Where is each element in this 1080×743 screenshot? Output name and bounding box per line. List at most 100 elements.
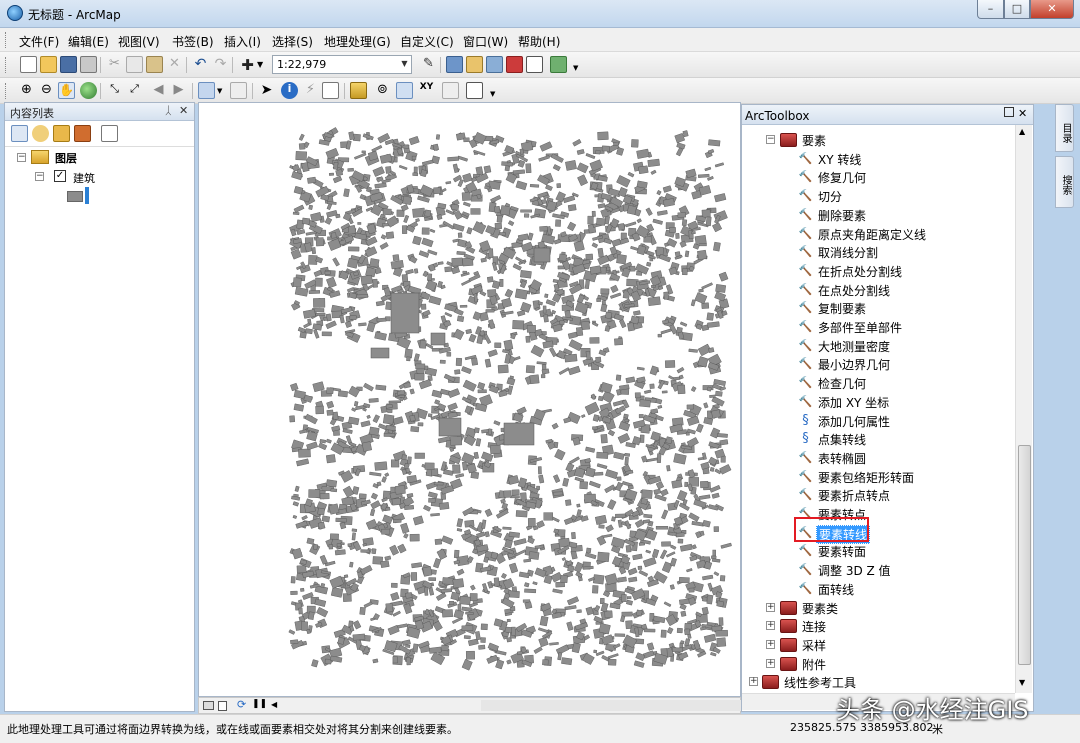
select-dropdown-icon[interactable]: ▼ [217,87,222,95]
time-slider-icon[interactable] [442,82,459,99]
scale-dropdown-icon[interactable]: ▼ [398,55,411,72]
separator [252,83,253,99]
toolset-collapse-icon[interactable]: − [766,135,775,144]
find-binoculars-icon[interactable]: ⊚ [374,82,391,99]
search-tab[interactable]: 搜索 [1055,156,1074,208]
close-button[interactable]: ✕ [1030,0,1074,19]
table-of-contents-icon[interactable] [446,56,463,73]
toolset-expand-icon[interactable]: + [766,621,775,631]
create-viewer-window-icon[interactable] [466,82,483,99]
layout-view-icon[interactable] [218,701,227,711]
copy-icon[interactable] [126,56,143,73]
options-icon[interactable] [101,125,118,142]
scroll-down-icon[interactable]: ▼ [1019,678,1025,687]
pan-hand-icon[interactable]: ✋ [58,82,75,99]
menu-edit[interactable]: 编辑(E) [68,33,109,50]
catalog-tab[interactable]: 目录 [1055,104,1074,152]
add-data-dropdown-icon[interactable]: ▼ [257,60,263,69]
layers-collapse-icon[interactable]: − [17,153,26,162]
menu-file[interactable]: 文件(F) [19,33,59,50]
modelbuilder-icon[interactable] [550,56,567,73]
fixed-zoom-out-icon[interactable]: ⤢ [126,82,143,99]
arctoolbox-icon[interactable] [506,56,523,73]
map-display[interactable] [198,102,741,697]
list-by-visibility-icon[interactable] [53,125,70,142]
delete-icon[interactable]: ✕ [166,56,183,73]
table-of-contents-panel: 内容列表 ᛸ ✕ − 图层 − ✓ 建筑 [4,102,195,712]
cut-icon[interactable]: ✂ [106,56,123,73]
layer-collapse-icon[interactable]: − [35,172,44,181]
catalog-window-icon[interactable] [466,56,483,73]
new-document-icon[interactable] [20,56,37,73]
menu-geoprocessing[interactable]: 地理处理(G) [324,33,391,50]
forward-arrow-icon[interactable]: ▶ [170,82,187,99]
maximize-panel-icon[interactable] [1004,107,1014,117]
hyperlink-icon[interactable]: ⚡ [302,82,319,99]
find-route-icon[interactable] [396,82,413,99]
toolbar-grip[interactable] [5,57,8,73]
paste-icon[interactable] [146,56,163,73]
go-to-xy-icon[interactable]: XY [418,82,435,99]
pin-icon[interactable]: ᛸ [165,104,172,117]
close-panel-icon[interactable]: ✕ [1018,107,1027,120]
measure-ruler-icon[interactable] [350,82,367,99]
layer-name-label[interactable]: 建筑 [73,170,95,186]
menu-grip[interactable] [5,32,8,48]
toolbox-vertical-scrollbar[interactable]: ▲ ▼ [1015,125,1032,693]
list-by-drawing-order-icon[interactable] [11,125,28,142]
back-arrow-icon[interactable]: ◀ [150,82,167,99]
scrollbar-thumb[interactable] [1018,445,1031,665]
redo-icon[interactable]: ↷ [212,56,229,73]
clear-selection-icon[interactable] [230,82,247,99]
toolset-label: 要素 [802,134,827,148]
add-data-icon[interactable]: ✚ [239,56,256,74]
editor-toolbar-icon[interactable]: ✎ [420,56,437,73]
pause-drawing-icon[interactable]: ❚❚ [252,699,267,709]
full-extent-globe-icon[interactable] [80,82,97,99]
title-bar: 无标题 - ArcMap – □ ✕ [0,0,1080,28]
maximize-button[interactable]: □ [1004,0,1030,19]
save-icon[interactable] [60,56,77,73]
toolbar-options-icon[interactable]: ▼ [573,64,578,72]
menu-view[interactable]: 视图(V) [118,33,160,50]
scroll-left-icon[interactable]: ◀ [271,700,277,709]
layers-group-label[interactable]: 图层 [55,150,77,166]
select-elements-arrow-icon[interactable]: ➤ [258,82,275,99]
toolset-expand-icon[interactable]: + [766,639,775,649]
tool-label: 点集转线 [818,433,867,448]
data-view-icon[interactable] [203,701,214,710]
open-folder-icon[interactable] [40,56,57,73]
zoom-out-icon[interactable]: ⊖ [38,82,55,99]
list-by-source-icon[interactable] [32,125,49,142]
list-by-selection-icon[interactable] [74,125,91,142]
map-scale-combobox[interactable]: 1:22,979 [272,55,412,74]
minimize-button[interactable]: – [977,0,1004,19]
select-features-icon[interactable] [198,82,215,99]
tool-label: 要素折点转点 [818,489,891,504]
toolset-expand-icon[interactable]: + [766,602,775,612]
toolset-expand-icon[interactable]: + [766,658,775,668]
menu-help[interactable]: 帮助(H) [518,33,560,50]
python-window-icon[interactable] [526,56,543,73]
fixed-zoom-in-icon[interactable]: ⤡ [106,82,123,99]
toolbar-grip[interactable] [5,83,8,99]
scroll-up-icon[interactable]: ▲ [1019,127,1025,136]
menu-insert[interactable]: 插入(I) [224,33,261,50]
identify-icon[interactable]: i [281,82,298,99]
search-window-icon[interactable] [486,56,503,73]
menu-customize[interactable]: 自定义(C) [400,33,454,50]
undo-icon[interactable]: ↶ [192,56,209,73]
layer-visibility-checkbox[interactable]: ✓ [54,170,66,182]
toolbar-options-icon[interactable]: ▼ [490,90,495,98]
separator [100,83,101,99]
menu-bookmarks[interactable]: 书签(B) [172,33,214,50]
refresh-icon[interactable]: ⟳ [237,698,246,711]
menu-selection[interactable]: 选择(S) [272,33,313,50]
toolbox-expand-icon[interactable]: + [749,677,758,687]
close-icon[interactable]: ✕ [179,104,188,117]
menu-windows[interactable]: 窗口(W) [463,33,508,50]
html-popup-icon[interactable] [322,82,339,99]
zoom-in-icon[interactable]: ⊕ [18,82,35,99]
layer-symbol-swatch[interactable] [67,191,83,202]
print-icon[interactable] [80,56,97,73]
